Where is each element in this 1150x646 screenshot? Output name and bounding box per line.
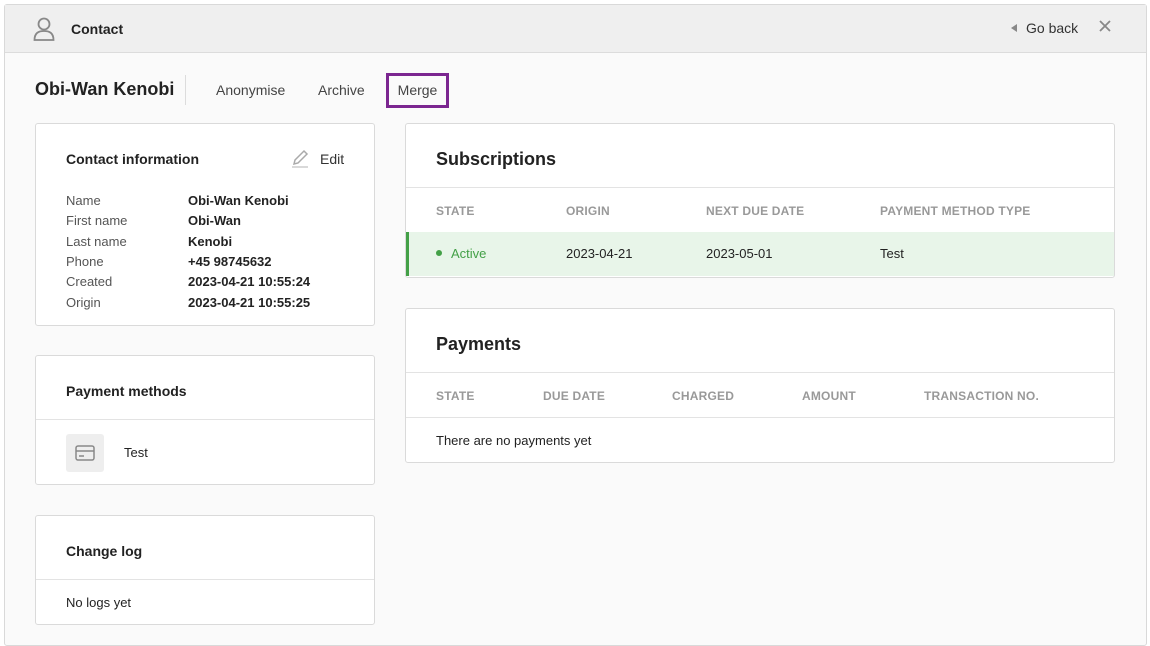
- subscriptions-card: Subscriptions STATE ORIGIN NEXT DUE DATE…: [405, 123, 1115, 278]
- change-log-empty-text: No logs yet: [66, 595, 132, 610]
- field-value: 2023-04-21 10:55:24: [188, 274, 311, 289]
- payments-title: Payments: [436, 334, 522, 354]
- payments-card: Payments STATE DUE DATE CHARGED AMOUNT T…: [405, 308, 1115, 463]
- anonymise-button[interactable]: Anonymise: [216, 82, 285, 98]
- change-log-card: Change log No logs yet: [35, 515, 375, 625]
- field-label: First name: [66, 213, 128, 228]
- divider: [406, 372, 1114, 373]
- subscription-payment-method-type: Test: [880, 246, 904, 261]
- archive-button[interactable]: Archive: [318, 82, 365, 98]
- back-arrow-icon: [1011, 24, 1017, 32]
- contact-info-card: Contact information Edit Name Obi-Wan Ke…: [35, 123, 375, 326]
- column-header-next-due-date: NEXT DUE DATE: [706, 204, 805, 218]
- field-value: Kenobi: [188, 234, 233, 249]
- field-label: Created: [66, 274, 113, 289]
- payment-methods-card: Payment methods Test: [35, 355, 375, 485]
- payments-empty-text: There are no payments yet: [436, 433, 592, 448]
- change-log-title: Change log: [66, 543, 143, 559]
- subscription-state-label: Active: [451, 246, 487, 261]
- contact-window: Contact Go back Obi-Wan Kenobi Anonymise…: [4, 4, 1147, 646]
- page-title: Contact: [71, 21, 124, 37]
- credit-card-icon: [66, 434, 104, 472]
- column-header-transaction-no: TRANSACTION NO.: [924, 389, 1039, 403]
- user-icon: [33, 17, 55, 46]
- status-dot-icon: [436, 250, 442, 256]
- divider: [406, 187, 1114, 188]
- column-header-state: STATE: [436, 389, 475, 403]
- divider: [36, 579, 374, 580]
- column-header-due-date: DUE DATE: [543, 389, 606, 403]
- pencil-icon: [292, 149, 309, 168]
- field-label: Name: [66, 193, 101, 208]
- column-header-payment-method-type: PAYMENT METHOD TYPE: [880, 204, 1031, 218]
- payment-methods-title: Payment methods: [66, 383, 187, 399]
- go-back-label: Go back: [1026, 20, 1079, 36]
- field-label: Last name: [66, 234, 127, 249]
- contact-name: Obi-Wan Kenobi: [35, 79, 175, 99]
- edit-button[interactable]: Edit: [290, 148, 344, 168]
- field-value: +45 98745632: [188, 254, 272, 269]
- close-icon[interactable]: [1098, 19, 1112, 38]
- column-header-amount: AMOUNT: [802, 389, 856, 403]
- subscription-state: Active: [436, 246, 486, 261]
- field-value: Obi-Wan: [188, 213, 241, 228]
- column-header-charged: CHARGED: [672, 389, 735, 403]
- field-label: Phone: [66, 254, 104, 269]
- merge-button[interactable]: Merge: [386, 73, 449, 108]
- divider: [406, 417, 1114, 418]
- divider: [36, 419, 374, 420]
- top-bar: Contact Go back: [5, 5, 1146, 53]
- go-back-button[interactable]: Go back: [1011, 20, 1078, 36]
- field-value: 2023-04-21 10:55:25: [188, 295, 311, 310]
- field-value: Obi-Wan Kenobi: [188, 193, 289, 208]
- column-header-origin: ORIGIN: [566, 204, 610, 218]
- subscription-next-due-date: 2023-05-01: [706, 246, 773, 261]
- table-row[interactable]: Active 2023-04-21 2023-05-01 Test: [406, 232, 1114, 276]
- divider: [185, 75, 186, 105]
- field-label: Origin: [66, 295, 101, 310]
- subscriptions-title: Subscriptions: [436, 149, 557, 169]
- column-header-state: STATE: [436, 204, 475, 218]
- contact-info-title: Contact information: [66, 151, 199, 167]
- subscription-origin: 2023-04-21: [566, 246, 633, 261]
- payment-method-label[interactable]: Test: [124, 445, 148, 460]
- edit-label: Edit: [320, 151, 345, 167]
